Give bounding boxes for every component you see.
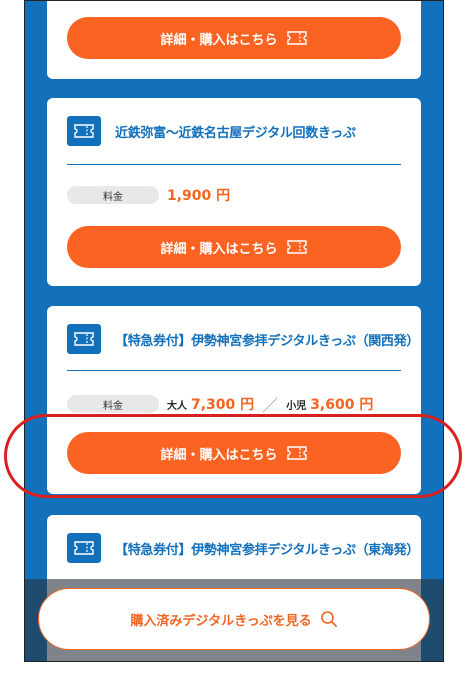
- card-title: 近鉄弥富〜近鉄名古屋デジタル回数きっぷ: [115, 125, 356, 141]
- view-purchased-tickets-button[interactable]: 購入済みデジタルきっぷを見る: [38, 588, 430, 650]
- divider: [67, 164, 401, 165]
- price-separator: ／: [262, 396, 279, 415]
- card-title: 【特急券付】伊勢神宮参拝デジタルきっぷ（東海発）: [115, 542, 420, 558]
- child-label: 小児: [286, 400, 307, 412]
- ticket-list-frame: 詳細・購入はこちら 近鉄弥富〜近鉄名古屋デジタル回数きっぷ 料金 1,900 円…: [24, 0, 444, 662]
- ticket-icon: [286, 445, 308, 461]
- price-row: 料金 1,900 円: [67, 185, 401, 205]
- card-header: 【特急券付】伊勢神宮参拝デジタルきっぷ（関西発）: [67, 324, 419, 354]
- details-purchase-button[interactable]: 詳細・購入はこちら: [67, 226, 401, 268]
- ticket-icon: [67, 533, 101, 563]
- price-amount: 1,900 円: [167, 188, 231, 204]
- ticket-card: 近鉄弥富〜近鉄名古屋デジタル回数きっぷ 料金 1,900 円 詳細・購入はこちら: [47, 98, 421, 286]
- ticket-icon: [67, 116, 101, 146]
- cta-label: 詳細・購入はこちら: [160, 447, 278, 463]
- cta-label: 詳細・購入はこちら: [160, 32, 278, 48]
- price-label: 料金: [67, 395, 159, 413]
- search-icon: [320, 610, 338, 628]
- divider: [67, 370, 401, 371]
- ticket-card: 【特急券付】伊勢神宮参拝デジタルきっぷ（関西発） 料金 大人 7,300 円 ／…: [47, 306, 421, 494]
- price-label: 料金: [67, 186, 159, 204]
- card-header: 近鉄弥富〜近鉄名古屋デジタル回数きっぷ: [67, 116, 401, 146]
- price-row: 料金 大人 7,300 円 ／ 小児 3,600 円: [67, 392, 401, 416]
- card-header: 【特急券付】伊勢神宮参拝デジタルきっぷ（東海発）: [67, 533, 419, 563]
- details-purchase-button[interactable]: 詳細・購入はこちら: [67, 432, 401, 474]
- floating-button-label: 購入済みデジタルきっぷを見る: [130, 613, 312, 629]
- ticket-card-partial: 詳細・購入はこちら: [47, 1, 421, 79]
- ticket-icon: [286, 239, 308, 255]
- details-purchase-button[interactable]: 詳細・購入はこちら: [67, 17, 401, 59]
- child-price: 3,600 円: [310, 397, 374, 413]
- adult-label: 大人: [167, 400, 187, 412]
- cta-label: 詳細・購入はこちら: [160, 241, 278, 257]
- card-title: 【特急券付】伊勢神宮参拝デジタルきっぷ（関西発）: [115, 333, 420, 349]
- adult-price: 7,300 円: [191, 397, 255, 413]
- ticket-icon: [286, 30, 308, 46]
- ticket-icon: [67, 324, 101, 354]
